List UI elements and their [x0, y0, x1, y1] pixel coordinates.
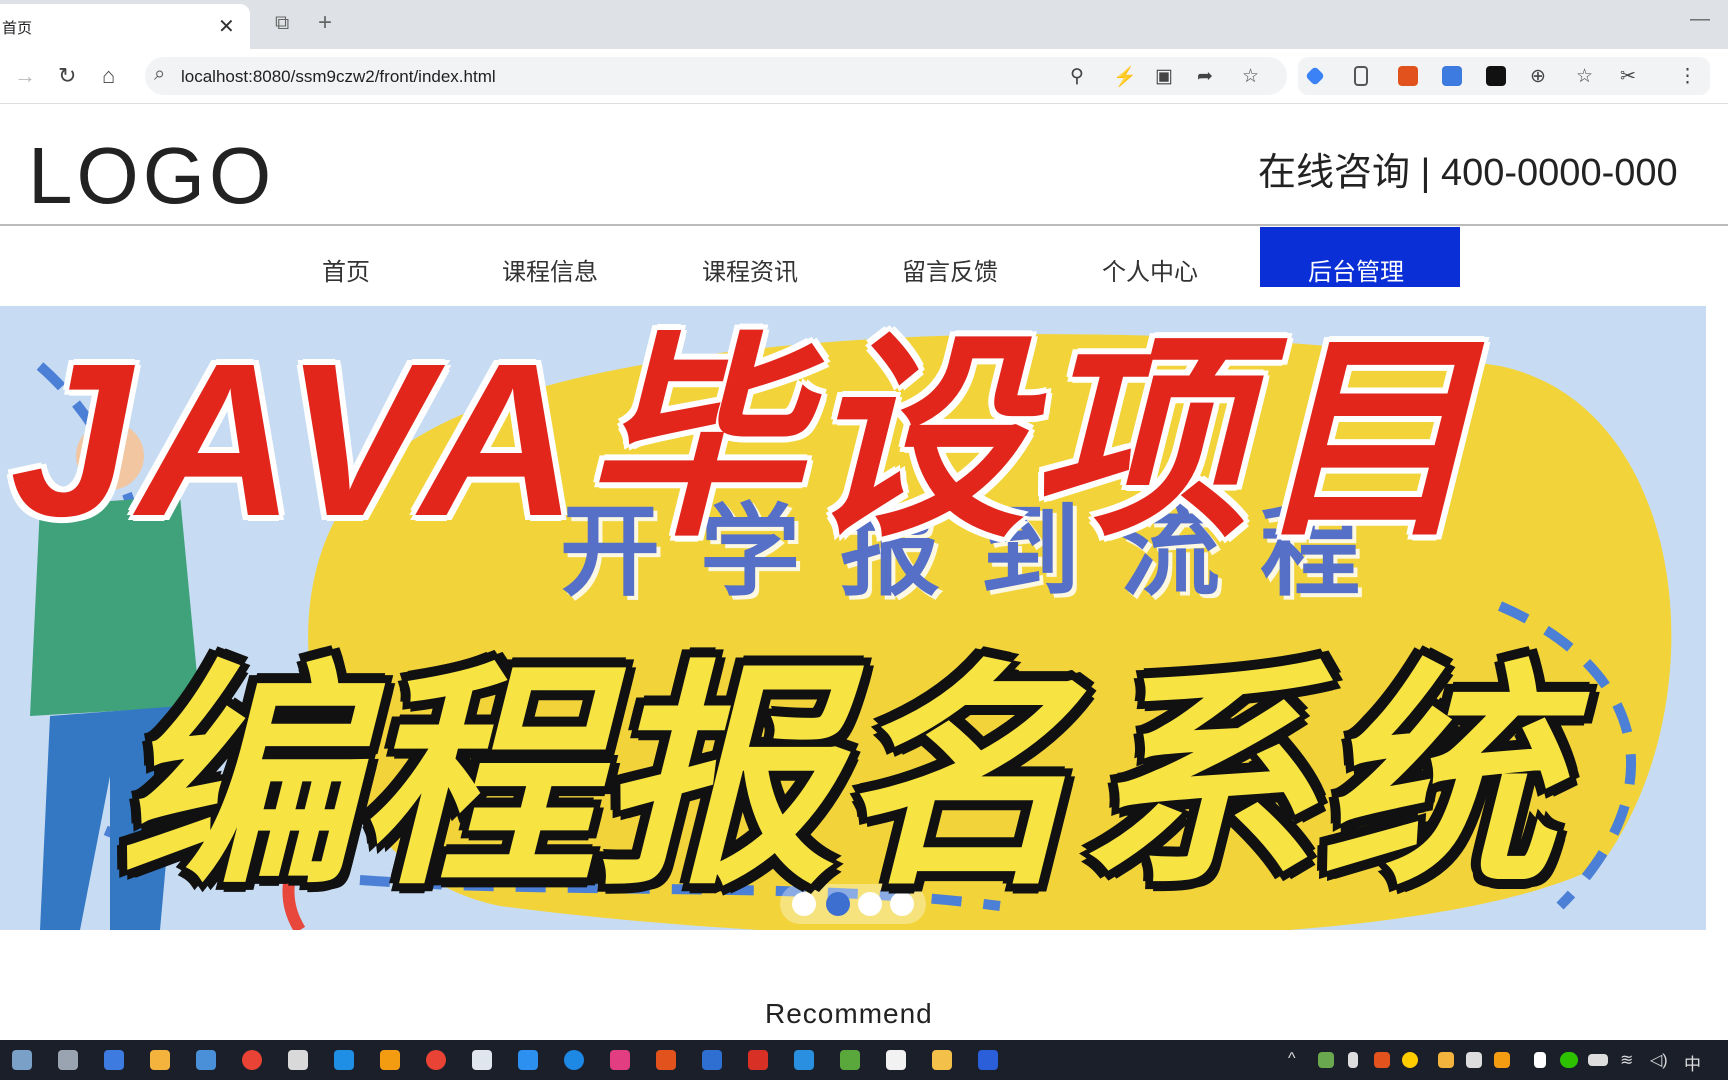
file-explorer-icon[interactable]	[932, 1050, 952, 1070]
home-icon[interactable]: ⌂	[102, 63, 115, 89]
volume-icon[interactable]: ◁)	[1650, 1050, 1668, 1070]
tray-expand-icon[interactable]: ^	[1288, 1050, 1296, 1068]
search-icon: ⌕	[154, 63, 166, 85]
extension-icon-3[interactable]	[1398, 66, 1418, 86]
taskbar-app-icon[interactable]	[12, 1050, 32, 1070]
tray-icon[interactable]	[1438, 1052, 1454, 1068]
taskbar-app-icon[interactable]	[886, 1050, 906, 1070]
screenshot-icon[interactable]: ▣	[1155, 65, 1173, 88]
taskbar-app-icon[interactable]	[748, 1050, 768, 1070]
search-everything-icon[interactable]	[380, 1050, 400, 1070]
menu-icon[interactable]: ⋮	[1678, 65, 1697, 88]
intellij-active-icon[interactable]	[656, 1050, 676, 1070]
chrome-icon[interactable]	[426, 1050, 446, 1070]
taskbar-app-icon[interactable]	[288, 1050, 308, 1070]
url-text[interactable]: localhost:8080/ssm9czw2/front/index.html	[181, 67, 496, 87]
taskbar: ^ ≋ ◁) 中	[0, 1040, 1728, 1080]
overlay-title: JAVA毕设项目	[10, 319, 1480, 562]
battery-icon[interactable]	[1588, 1054, 1608, 1066]
extension-icon-1[interactable]	[1305, 66, 1325, 86]
word-icon[interactable]	[978, 1050, 998, 1070]
taskbar-app-icon[interactable]	[702, 1050, 722, 1070]
translate-icon[interactable]	[1442, 66, 1462, 86]
taskbar-app-icon[interactable]	[196, 1050, 216, 1070]
consult-phone: 在线咨询 | 400-0000-000	[1258, 152, 1678, 194]
microphone-icon[interactable]	[1348, 1052, 1358, 1068]
ime-indicator[interactable]: 中	[1684, 1050, 1701, 1075]
taskbar-app-icon[interactable]	[104, 1050, 124, 1070]
vscode-icon[interactable]	[794, 1050, 814, 1070]
tray-icon[interactable]	[1466, 1052, 1482, 1068]
taskbar-app-icon[interactable]	[150, 1050, 170, 1070]
wechat-icon[interactable]	[1560, 1052, 1578, 1068]
tray-icon[interactable]	[1318, 1052, 1334, 1068]
recycle-bin-icon[interactable]	[58, 1050, 78, 1070]
extension-bar: ⊕ ☆ ✂ ⋮	[1298, 57, 1710, 95]
reload-icon[interactable]: ↻	[58, 63, 76, 89]
site-logo[interactable]: LOGO	[28, 130, 275, 222]
taskbar-app-icon[interactable]	[334, 1050, 354, 1070]
recommend-heading: Recommend	[765, 998, 933, 1029]
extension-icon-5[interactable]	[1486, 66, 1506, 86]
lightning-icon[interactable]: ⚡	[1113, 65, 1137, 89]
qq-icon[interactable]	[1402, 1052, 1418, 1068]
tab-close-icon[interactable]: ✕	[218, 14, 235, 39]
tab-group-icon[interactable]: ⧉	[275, 12, 289, 35]
header-divider	[0, 224, 1728, 226]
tray-icon[interactable]	[1534, 1052, 1546, 1068]
chrome-icon[interactable]	[242, 1050, 262, 1070]
taskbar-app-icon[interactable]	[840, 1050, 860, 1070]
download-icon[interactable]: ⊕	[1530, 65, 1546, 88]
tab-title[interactable]: 首页	[2, 17, 32, 38]
intellij-icon[interactable]	[610, 1050, 630, 1070]
edge-icon[interactable]	[564, 1050, 584, 1070]
tab-strip: 首页 ✕ ⧉ + —	[0, 0, 1728, 49]
forward-icon[interactable]: →	[14, 63, 36, 89]
favorites-icon[interactable]: ☆	[1576, 65, 1593, 88]
taskbar-app-icon[interactable]	[518, 1050, 538, 1070]
address-bar[interactable]: ⌕ localhost:8080/ssm9czw2/front/index.ht…	[145, 57, 1287, 95]
wifi-icon[interactable]: ≋	[1620, 1050, 1633, 1070]
new-tab-button[interactable]: +	[318, 9, 332, 37]
scissors-icon[interactable]: ✂	[1620, 65, 1636, 88]
minimize-button[interactable]: —	[1690, 8, 1710, 31]
share-icon[interactable]: ➦	[1197, 65, 1213, 88]
browser-tab[interactable]: 首页 ✕	[0, 4, 250, 49]
settings-icon[interactable]	[472, 1050, 492, 1070]
key-icon[interactable]: ⚲	[1070, 65, 1084, 88]
banner-margin	[1706, 306, 1728, 930]
overlay-subtitle: 编程报名系统	[118, 647, 1558, 912]
tray-icon[interactable]	[1374, 1052, 1390, 1068]
reading-mode-icon[interactable]	[1354, 66, 1368, 86]
bookmark-star-icon[interactable]: ☆	[1242, 65, 1259, 88]
tray-icon[interactable]	[1494, 1052, 1510, 1068]
